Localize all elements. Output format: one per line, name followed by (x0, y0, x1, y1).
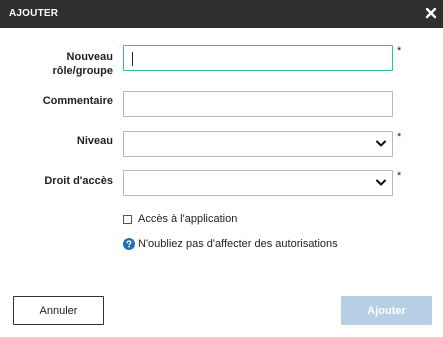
role-input-wrapper (123, 45, 393, 71)
cancel-button[interactable]: Annuler (13, 296, 104, 325)
role-label: Nouveau rôle/groupe (8, 50, 113, 78)
comment-label: Commentaire (42, 95, 113, 107)
info-row: N'oubliez pas d'affecter des autorisatio… (123, 238, 338, 250)
text-cursor (132, 52, 133, 66)
comment-input[interactable] (124, 92, 392, 116)
role-input[interactable] (124, 46, 392, 70)
app-access-label[interactable]: Accès à l'application (138, 213, 237, 225)
comment-input-wrapper (123, 91, 393, 117)
app-access-row: Accès à l'application (123, 213, 237, 225)
app-access-checkbox[interactable] (123, 214, 132, 224)
required-marker: * (397, 45, 402, 57)
help-icon (123, 238, 135, 250)
add-button[interactable]: Ajouter (341, 296, 432, 325)
dialog-titlebar: AJOUTER (0, 0, 443, 28)
access-label: Droit d'accès (44, 175, 113, 187)
chevron-down-icon (376, 140, 386, 147)
required-marker: * (397, 131, 402, 143)
required-marker: * (397, 170, 402, 182)
level-select[interactable] (123, 131, 393, 157)
dialog-title: AJOUTER (9, 8, 59, 19)
chevron-down-icon (376, 179, 386, 186)
access-select[interactable] (123, 170, 393, 196)
role-label-line2: rôle/groupe (52, 65, 113, 77)
level-label: Niveau (76, 135, 113, 147)
info-text: N'oubliez pas d'affecter des autorisatio… (138, 238, 338, 250)
close-icon[interactable] (425, 7, 437, 19)
role-label-line1: Nouveau (66, 51, 113, 63)
add-role-dialog: AJOUTER Nouveau rôle/groupe * Commentair… (0, 0, 443, 337)
